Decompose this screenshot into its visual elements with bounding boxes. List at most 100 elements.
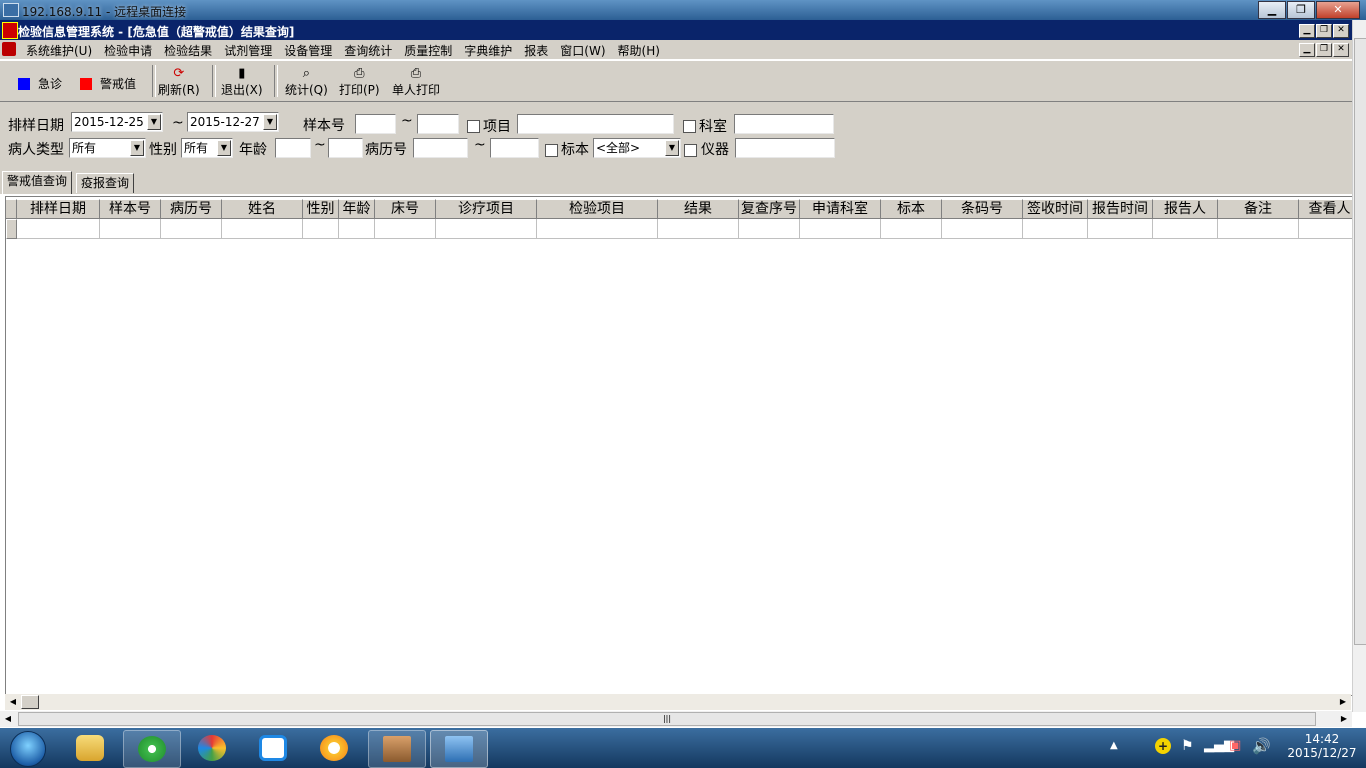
taskbar-browser[interactable] bbox=[123, 730, 181, 768]
taskbar-app-p[interactable] bbox=[245, 730, 301, 766]
remote-vscroll-thumb[interactable] bbox=[1354, 38, 1366, 645]
table-cell[interactable] bbox=[739, 219, 800, 239]
grid-horizontal-scrollbar[interactable]: ◀ ▶ bbox=[5, 694, 1351, 710]
record-no-to-input[interactable] bbox=[490, 138, 539, 158]
specimen-select[interactable]: <全部> ▼ bbox=[593, 138, 681, 158]
table-cell[interactable] bbox=[1218, 219, 1299, 239]
table-cell[interactable] bbox=[161, 219, 222, 239]
specimen-checkbox[interactable] bbox=[545, 144, 558, 157]
app-close-button[interactable]: ✕ bbox=[1333, 24, 1349, 38]
column-header[interactable]: 检验项目 bbox=[537, 199, 658, 219]
menu-quality[interactable]: 质量控制 bbox=[404, 42, 452, 59]
column-header[interactable]: 申请科室 bbox=[800, 199, 881, 219]
restore-button[interactable]: ❐ bbox=[1287, 1, 1315, 19]
table-cell[interactable] bbox=[1023, 219, 1088, 239]
table-cell[interactable] bbox=[339, 219, 375, 239]
table-cell[interactable] bbox=[436, 219, 537, 239]
age-to-input[interactable] bbox=[328, 138, 363, 158]
column-header[interactable]: 备注 bbox=[1218, 199, 1299, 219]
column-header[interactable]: 姓名 bbox=[222, 199, 303, 219]
menu-report[interactable]: 报表 bbox=[524, 42, 548, 59]
column-header[interactable]: 查看人 bbox=[1299, 199, 1352, 219]
table-cell[interactable] bbox=[1088, 219, 1153, 239]
table-cell[interactable] bbox=[658, 219, 739, 239]
tray-expand-icon[interactable]: ▲ bbox=[1110, 740, 1118, 751]
print-button[interactable]: ⎙ 打印(P) bbox=[339, 67, 380, 98]
column-header[interactable]: 病历号 bbox=[161, 199, 222, 219]
column-header[interactable]: 年龄 bbox=[339, 199, 375, 219]
project-input[interactable] bbox=[517, 114, 674, 134]
menu-reagent[interactable]: 试剂管理 bbox=[224, 42, 272, 59]
age-from-input[interactable] bbox=[275, 138, 311, 158]
scroll-left-icon[interactable]: ◀ bbox=[0, 711, 16, 727]
table-cell[interactable] bbox=[1299, 219, 1352, 239]
column-header[interactable]: 条码号 bbox=[942, 199, 1023, 219]
column-header[interactable]: 标本 bbox=[881, 199, 942, 219]
instrument-input[interactable] bbox=[735, 138, 835, 158]
chevron-down-icon[interactable]: ▼ bbox=[147, 114, 161, 130]
remote-horizontal-scrollbar[interactable]: ◀ ||| ▶ bbox=[0, 711, 1352, 727]
table-cell[interactable] bbox=[881, 219, 942, 239]
gender-select[interactable]: 所有 ▼ bbox=[181, 138, 233, 158]
column-header[interactable]: 诊疗项目 bbox=[436, 199, 537, 219]
security-icon[interactable]: ▣ bbox=[1229, 738, 1241, 753]
menu-result[interactable]: 检验结果 bbox=[164, 42, 212, 59]
menu-device[interactable]: 设备管理 bbox=[284, 42, 332, 59]
chevron-down-icon[interactable]: ▼ bbox=[263, 114, 277, 130]
chevron-down-icon[interactable]: ▼ bbox=[130, 140, 144, 156]
child-restore-button[interactable]: ❐ bbox=[1316, 43, 1332, 57]
table-cell[interactable] bbox=[1153, 219, 1218, 239]
taskbar-app-colorful[interactable] bbox=[184, 730, 240, 766]
column-header[interactable]: 结果 bbox=[658, 199, 739, 219]
menu-query[interactable]: 查询统计 bbox=[344, 42, 392, 59]
patient-type-select[interactable]: 所有 ▼ bbox=[69, 138, 146, 158]
menu-help[interactable]: 帮助(H) bbox=[618, 42, 660, 59]
exit-button[interactable]: ▮ 退出(X) bbox=[221, 67, 263, 98]
column-header[interactable]: 报告时间 bbox=[1088, 199, 1153, 219]
chevron-down-icon[interactable]: ▼ bbox=[665, 140, 679, 156]
scroll-right-icon[interactable]: ▶ bbox=[1336, 711, 1352, 727]
app-minimize-button[interactable]: ▁ bbox=[1299, 24, 1315, 38]
minimize-button[interactable]: ▁ bbox=[1258, 1, 1286, 19]
menu-request[interactable]: 检验申请 bbox=[104, 42, 152, 59]
table-cell[interactable] bbox=[17, 219, 100, 239]
scroll-left-icon[interactable]: ◀ bbox=[5, 694, 21, 710]
taskbar-music[interactable] bbox=[306, 730, 362, 766]
child-minimize-button[interactable]: ▁ bbox=[1299, 43, 1315, 57]
tab-alert-query[interactable]: 警戒值查询 bbox=[2, 171, 73, 194]
tray-clock[interactable]: 14:42 2015/12/27 bbox=[1282, 732, 1362, 760]
chevron-down-icon[interactable]: ▼ bbox=[217, 140, 231, 156]
instrument-checkbox[interactable] bbox=[684, 144, 697, 157]
menu-window[interactable]: 窗口(W) bbox=[560, 42, 605, 59]
grid-scroll-thumb[interactable] bbox=[21, 695, 39, 709]
column-header[interactable]: 样本号 bbox=[100, 199, 161, 219]
table-cell[interactable] bbox=[303, 219, 339, 239]
column-header[interactable]: 复查序号 bbox=[739, 199, 800, 219]
app-restore-button[interactable]: ❐ bbox=[1316, 24, 1332, 38]
taskbar-image-viewer[interactable] bbox=[368, 730, 426, 768]
table-row[interactable] bbox=[6, 219, 1352, 239]
remote-scroll-thumb[interactable]: ||| bbox=[18, 712, 1316, 726]
dept-checkbox[interactable] bbox=[683, 120, 696, 133]
tray-add-icon[interactable]: + bbox=[1155, 738, 1171, 754]
project-checkbox[interactable] bbox=[467, 120, 480, 133]
remote-vertical-scrollbar[interactable] bbox=[1352, 20, 1366, 712]
sample-no-to-input[interactable] bbox=[417, 114, 459, 134]
print-single-button[interactable]: ⎙ 单人打印 bbox=[392, 67, 440, 98]
child-close-button[interactable]: ✕ bbox=[1333, 43, 1349, 57]
menu-dictionary[interactable]: 字典维护 bbox=[464, 42, 512, 59]
table-cell[interactable] bbox=[100, 219, 161, 239]
action-center-flag-icon[interactable]: ⚑ bbox=[1181, 738, 1194, 754]
table-cell[interactable] bbox=[942, 219, 1023, 239]
column-header[interactable]: 排样日期 bbox=[17, 199, 100, 219]
taskbar-explorer[interactable] bbox=[62, 730, 118, 766]
date-to-picker[interactable]: 2015-12-27 ▼ bbox=[187, 112, 279, 132]
refresh-button[interactable]: ⟳ 刷新(R) bbox=[158, 67, 200, 98]
record-no-from-input[interactable] bbox=[413, 138, 468, 158]
column-header[interactable]: 签收时间 bbox=[1023, 199, 1088, 219]
tab-epidemic-query[interactable]: 疫报查询 bbox=[76, 173, 135, 193]
table-cell[interactable] bbox=[375, 219, 436, 239]
volume-icon[interactable]: 🔊 bbox=[1252, 737, 1271, 755]
taskbar-remote-desktop[interactable] bbox=[430, 730, 488, 768]
row-selector[interactable] bbox=[6, 219, 17, 239]
